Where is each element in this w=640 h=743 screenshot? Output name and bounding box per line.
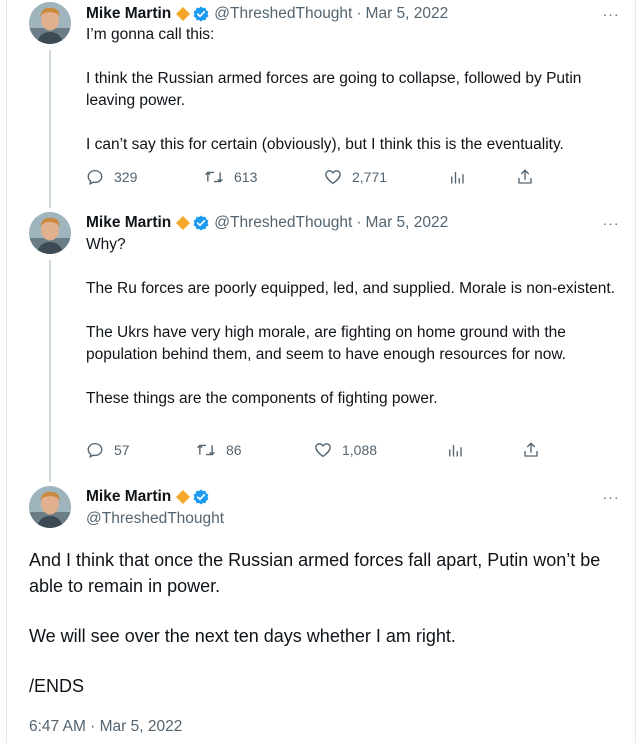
views-button[interactable] xyxy=(446,441,522,459)
share-icon xyxy=(518,169,532,184)
heart-icon xyxy=(315,443,331,458)
like-button[interactable]: 2,771 xyxy=(324,168,448,186)
thread-connector xyxy=(49,260,51,482)
tweet-paragraph: And I think that once the Russian armed … xyxy=(29,550,601,596)
gold-diamond-badge-icon xyxy=(176,490,191,504)
tweet-paragraph: We will see over the next ten days wheth… xyxy=(29,626,456,646)
tweet-text: I’m gonna call this: I think the Russian… xyxy=(86,24,616,156)
tweet-paragraph: The Ru forces are poorly equipped, led, … xyxy=(86,280,616,297)
main-tweet: Mike Martin @ThreshedThought ··· And I t… xyxy=(7,476,635,743)
author-handle[interactable]: @ThreshedThought xyxy=(86,509,224,529)
reply-button[interactable]: 57 xyxy=(86,441,196,459)
verified-badge-icon xyxy=(193,489,209,505)
retweet-count: 86 xyxy=(226,442,242,458)
gold-diamond-badge-icon xyxy=(176,7,191,21)
tweet-paragraph: These things are the components of fight… xyxy=(86,390,438,407)
gold-diamond-badge-icon xyxy=(176,216,191,230)
reply-count: 329 xyxy=(114,169,138,185)
views-icon xyxy=(451,171,464,184)
more-options-button[interactable]: ··· xyxy=(601,213,621,233)
avatar[interactable] xyxy=(29,2,71,44)
separator: · xyxy=(356,5,362,22)
thread-connector xyxy=(49,50,51,208)
tweet-text: And I think that once the Russian armed … xyxy=(29,547,629,699)
reply-button[interactable]: 329 xyxy=(86,168,204,186)
tweet-paragraph: The Ukrs have very high morale, are figh… xyxy=(86,324,566,363)
author-name[interactable]: Mike Martin xyxy=(86,487,171,507)
verified-badge-icon xyxy=(193,215,209,231)
tweet-actions: 57 86 1,088 xyxy=(86,439,546,461)
views-button[interactable] xyxy=(448,168,516,186)
retweet-icon xyxy=(205,171,223,183)
tweet-header: Mike Martin @ThreshedThought · Mar 5, 20… xyxy=(86,4,448,24)
tweet-paragraph: I can’t say this for certain (obviously)… xyxy=(86,136,564,153)
tweet-paragraph: /ENDS xyxy=(29,676,85,696)
verified-badge-icon xyxy=(193,6,209,22)
conversation-frame: Mike Martin @ThreshedThought · Mar 5, 20… xyxy=(6,0,636,743)
separator: · xyxy=(356,214,362,231)
tweet-paragraph: I think the Russian armed forces are goi… xyxy=(86,70,582,109)
author-handle[interactable]: @ThreshedThought xyxy=(214,213,352,233)
tweet-date[interactable]: Mar 5, 2022 xyxy=(366,213,449,233)
like-count: 1,088 xyxy=(342,442,378,458)
tweet-paragraph: Why? xyxy=(86,236,126,253)
tweet-subheader: @ThreshedThought xyxy=(86,509,224,529)
author-name[interactable]: Mike Martin xyxy=(86,4,171,24)
tweet-actions: 329 613 2,771 xyxy=(86,166,546,188)
tweet-paragraph: I’m gonna call this: xyxy=(86,26,215,43)
tweet-text: Why? The Ru forces are poorly equipped, … xyxy=(86,234,616,410)
retweet-button[interactable]: 613 xyxy=(204,168,324,186)
share-button[interactable] xyxy=(522,441,540,459)
avatar[interactable] xyxy=(29,486,71,528)
author-name[interactable]: Mike Martin xyxy=(86,213,171,233)
more-options-button[interactable]: ··· xyxy=(601,487,621,507)
like-count: 2,771 xyxy=(352,169,388,185)
tweet-header: Mike Martin xyxy=(86,487,209,507)
views-icon xyxy=(449,444,462,457)
reply-count: 57 xyxy=(114,442,130,458)
retweet-button[interactable]: 86 xyxy=(196,441,314,459)
thread-tweet-1[interactable]: Mike Martin @ThreshedThought · Mar 5, 20… xyxy=(7,0,635,208)
share-button[interactable] xyxy=(516,168,534,186)
tweet-header: Mike Martin @ThreshedThought · Mar 5, 20… xyxy=(86,213,448,233)
author-handle[interactable]: @ThreshedThought xyxy=(214,4,352,24)
heart-icon xyxy=(325,170,341,185)
tweet-timestamp[interactable]: 6:47 AM · Mar 5, 2022 xyxy=(29,718,182,736)
reply-icon xyxy=(87,442,103,458)
more-options-button[interactable]: ··· xyxy=(601,4,621,24)
reply-icon xyxy=(87,169,103,185)
avatar[interactable] xyxy=(29,212,71,254)
retweet-count: 613 xyxy=(234,169,258,185)
tweet-date[interactable]: Mar 5, 2022 xyxy=(366,4,449,24)
share-icon xyxy=(524,442,538,457)
retweet-icon xyxy=(197,444,215,456)
thread-tweet-2[interactable]: Mike Martin @ThreshedThought · Mar 5, 20… xyxy=(7,206,635,482)
like-button[interactable]: 1,088 xyxy=(314,441,446,459)
